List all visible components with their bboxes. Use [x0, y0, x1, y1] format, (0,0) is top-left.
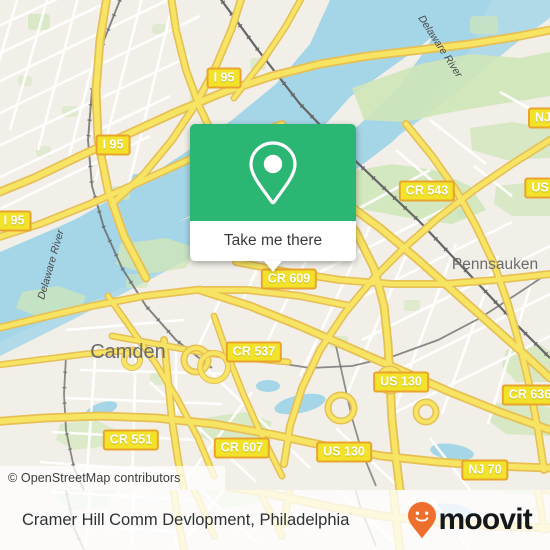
map-screenshot: Delaware River Delaware River Camden Pen…: [0, 0, 550, 550]
road-shield: I 95: [0, 210, 32, 232]
road-shield: CR 543: [398, 180, 456, 202]
popup-pointer-tail: [264, 261, 282, 272]
location-popup-card[interactable]: Take me there: [190, 124, 356, 272]
road-shield: I 95: [95, 134, 131, 156]
road-shield: US: [524, 177, 550, 199]
popup-header: [190, 124, 356, 221]
take-me-there-label: Take me there: [223, 232, 323, 249]
road-shield: CR 551: [102, 429, 160, 451]
road-shield: US 130: [316, 441, 372, 463]
road-shield: NJ: [528, 107, 550, 129]
moovit-wordmark: moovit: [438, 503, 532, 536]
footer-bar: Delaware River Delaware River Camden Pen…: [0, 490, 550, 550]
road-shield: US 130: [373, 371, 429, 393]
location-pin-icon: [249, 140, 297, 204]
attribution-text: © OpenStreetMap contributors: [8, 471, 181, 485]
place-title: Cramer Hill Comm Devlopment, Philadelphi…: [22, 510, 350, 529]
map-attribution[interactable]: © OpenStreetMap contributors: [0, 466, 225, 490]
moovit-smiley-pin-icon: [408, 502, 437, 538]
place-label-camden: Camden: [90, 341, 166, 363]
road-shield: CR 607: [213, 437, 271, 459]
road-shield: I 95: [206, 67, 242, 89]
take-me-there-button[interactable]: Take me there: [190, 221, 356, 272]
road-shield: CR 537: [225, 341, 283, 363]
road-shield: NJ 70: [461, 459, 509, 481]
place-label-pennsauken: Pennsauken: [452, 256, 538, 273]
road-shield: CR 636: [501, 384, 550, 406]
moovit-logo[interactable]: moovit: [407, 501, 533, 539]
